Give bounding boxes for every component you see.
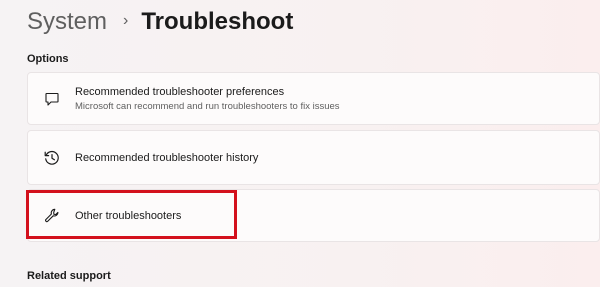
breadcrumb-separator: › xyxy=(123,12,129,29)
other-troubleshooters-card[interactable]: Other troubleshooters xyxy=(27,189,600,242)
history-icon xyxy=(41,147,63,169)
card-title: Other troubleshooters xyxy=(75,209,182,222)
recommended-history-card[interactable]: Recommended troubleshooter history xyxy=(27,130,600,185)
card-title: Recommended troubleshooter history xyxy=(75,151,259,164)
breadcrumb-parent[interactable]: System xyxy=(27,8,107,36)
card-texts: Other troubleshooters xyxy=(75,210,181,222)
card-description: Microsoft can recommend and run troubles… xyxy=(75,100,340,112)
card-texts: Recommended troubleshooter history xyxy=(75,152,258,164)
card-title: Recommended troubleshooter preferences xyxy=(75,85,285,98)
related-support-section-title: Related support xyxy=(27,270,111,282)
wrench-icon xyxy=(41,205,63,227)
breadcrumb: System › Troubleshoot xyxy=(27,6,293,38)
recommended-preferences-card[interactable]: Recommended troubleshooter preferences M… xyxy=(27,72,600,125)
options-section-title: Options xyxy=(27,53,69,65)
page-title: Troubleshoot xyxy=(141,8,294,35)
chat-bubble-icon xyxy=(41,88,63,110)
card-texts: Recommended troubleshooter preferences M… xyxy=(75,86,340,112)
